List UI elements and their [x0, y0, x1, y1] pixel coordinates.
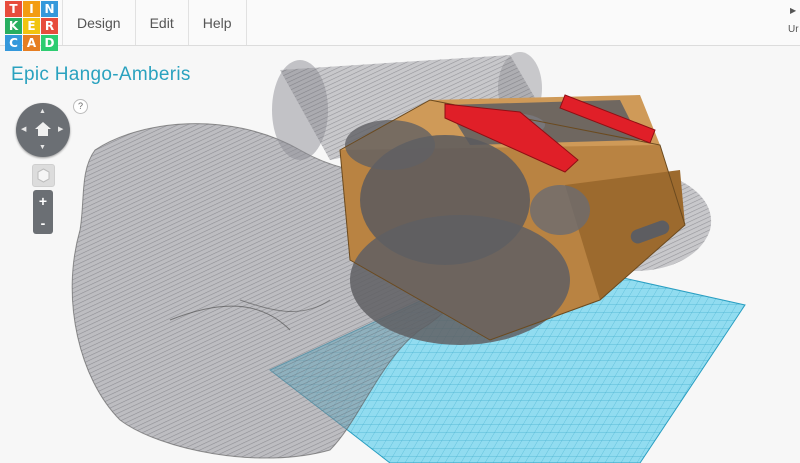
top-menu-bar: Design Edit Help ▶ Ur — [0, 0, 800, 46]
logo-letter: A — [23, 35, 40, 51]
chevron-down-icon[interactable]: ▼ — [39, 144, 46, 151]
user-menu[interactable]: ▶ Ur — [788, 0, 800, 45]
logo-letter: D — [41, 35, 58, 51]
menu-edit[interactable]: Edit — [134, 0, 188, 45]
zoom-out-button[interactable]: - — [33, 212, 53, 234]
logo-letter: K — [5, 18, 22, 34]
cube-icon — [37, 168, 50, 183]
chevron-up-icon[interactable]: ▲ — [39, 108, 46, 115]
project-title[interactable]: Epic Hango-Amberis — [11, 64, 191, 86]
home-icon[interactable] — [34, 120, 52, 138]
logo-letter: R — [41, 18, 58, 34]
triangle-right-icon: ▶ — [790, 6, 797, 15]
view-cube-button[interactable] — [32, 164, 55, 187]
3d-viewport[interactable] — [0, 46, 800, 463]
menu-help[interactable]: Help — [187, 0, 247, 45]
logo-letter: N — [41, 1, 58, 17]
menu-design[interactable]: Design — [62, 0, 135, 45]
help-button[interactable]: ? — [73, 99, 88, 114]
logo-letter: C — [5, 35, 22, 51]
logo-letter: T — [5, 1, 22, 17]
tinkercad-logo[interactable]: T I N K E R C A D — [5, 1, 59, 51]
orbit-navigation-control[interactable]: ▲ ▼ ◀ ▶ — [16, 103, 70, 157]
zoom-control: + - — [33, 190, 53, 234]
main-menu: Design Edit Help — [62, 0, 247, 45]
chevron-right-icon[interactable]: ▶ — [58, 126, 63, 133]
logo-letter: E — [23, 18, 40, 34]
user-menu-label: Ur — [788, 24, 799, 35]
zoom-in-button[interactable]: + — [33, 190, 53, 212]
chevron-left-icon[interactable]: ◀ — [21, 126, 26, 133]
logo-letter: I — [23, 1, 40, 17]
